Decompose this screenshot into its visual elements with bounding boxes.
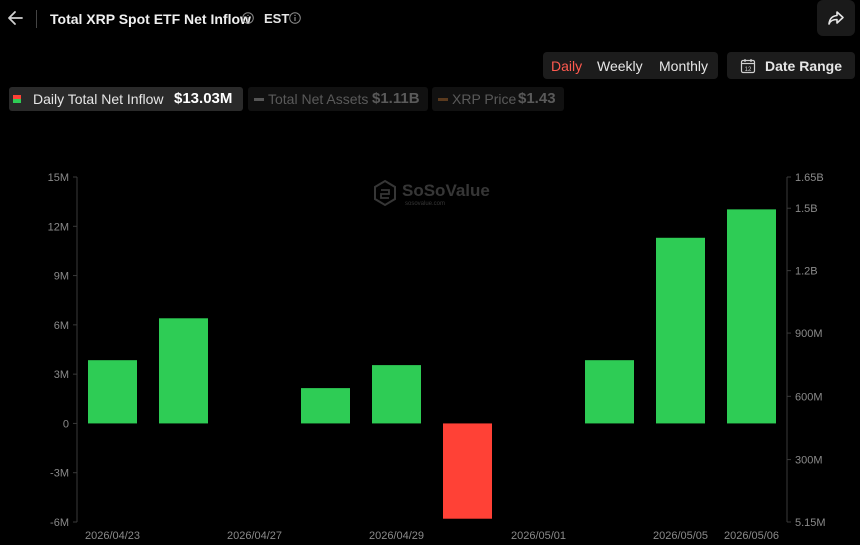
bar-2026/04/29 [372, 365, 421, 424]
sosovalue-logo-icon [374, 179, 396, 207]
bar-2026/04/28 [301, 388, 350, 424]
x-tick-label: 2026/04/23 [85, 530, 140, 542]
y-axis-right: 1.65B 1.5B 1.2B 900M 600M 300M 5.15M [786, 172, 826, 529]
y-left-tick-label: 0 [63, 418, 69, 430]
bar-2026/04/24 [159, 318, 208, 424]
x-axis: 2026/04/23 2026/04/27 2026/04/29 2026/05/01… [85, 530, 779, 542]
y-left-tick-label: 12M [48, 221, 69, 233]
x-tick-label: 2026/05/01 [511, 530, 566, 542]
watermark: SoSoValue sosovalue.com [374, 179, 490, 207]
y-axis-left: 15M 12M 9M 6M 3M 0 -3M -6M [48, 172, 78, 529]
y-left-tick-label: -3M [50, 468, 69, 480]
y-left-tick-label: 6M [54, 320, 69, 332]
y-left-tick-label: 3M [54, 369, 69, 381]
y-left-tick-label: 15M [48, 172, 69, 184]
x-tick-label: 2026/04/29 [369, 530, 424, 542]
bar-2026/05/06 [727, 209, 776, 424]
y-right-tick-label: 1.5B [795, 203, 818, 215]
x-tick-label: 2026/04/27 [227, 530, 282, 542]
y-right-tick-label: 1.65B [795, 172, 824, 184]
bar-2026/05/04 [585, 360, 634, 424]
y-left-tick-label: -6M [50, 517, 69, 529]
y-right-tick-label: 900M [795, 328, 823, 340]
y-right-tick-label: 600M [795, 391, 823, 403]
bar-2026/05/05 [656, 237, 705, 424]
y-right-tick-label: 1.2B [795, 266, 818, 278]
bar-2026/04/30 [443, 423, 492, 519]
y-left-tick-label: 9M [54, 271, 69, 283]
x-tick-label: 2026/05/06 [724, 530, 779, 542]
y-right-tick-label: 5.15M [795, 517, 826, 529]
net-inflow-chart: SoSoValue sosovalue.com 15M 12M 9M 6M 3M 0 -3M… [48, 172, 826, 542]
bars [88, 209, 776, 519]
bar-2026/04/23 [88, 360, 137, 424]
y-right-tick-label: 300M [795, 455, 823, 467]
x-tick-label: 2026/05/05 [653, 530, 708, 542]
watermark-site: sosovalue.com [405, 201, 445, 207]
watermark-brand: SoSoValue [402, 181, 490, 200]
